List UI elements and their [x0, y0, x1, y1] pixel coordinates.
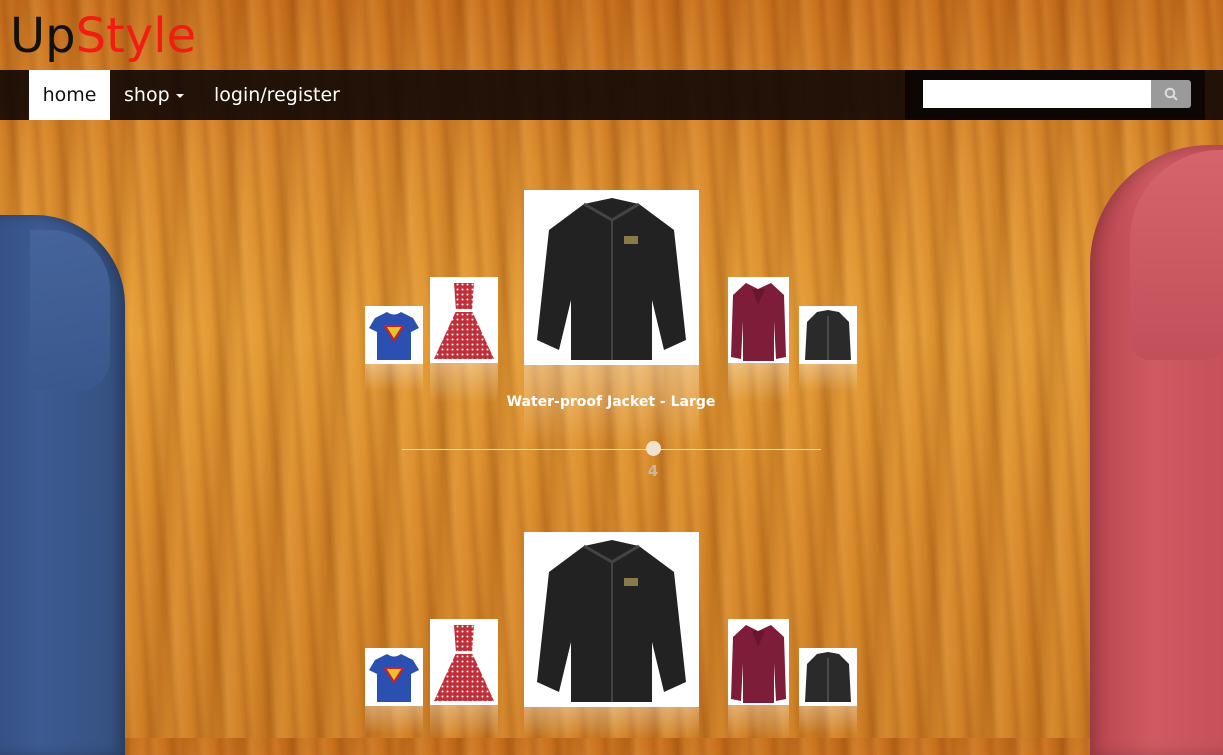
dress-icon: [434, 625, 494, 701]
carousel2-item-black-coat[interactable]: [799, 648, 857, 706]
carousel2-item-burgundy-blouse[interactable]: [728, 619, 789, 705]
reflection: [365, 364, 423, 392]
search-input[interactable]: [923, 80, 1151, 108]
search-button[interactable]: [1151, 80, 1191, 108]
search-icon: [1164, 87, 1178, 101]
dress-icon: [434, 283, 494, 359]
carousel-slider-track[interactable]: [402, 449, 821, 450]
carousel1-item-black-coat[interactable]: [799, 306, 857, 364]
carousel1-item-black-jacket[interactable]: [524, 190, 699, 365]
jacket-icon: [537, 540, 686, 702]
reflection: [365, 706, 423, 734]
model-left-shoulder: [30, 230, 110, 390]
main-navbar: home shop login/register: [0, 70, 1223, 120]
carousel-slider-handle[interactable]: [646, 441, 661, 456]
coat-icon: [805, 652, 851, 702]
nav-login-register[interactable]: login/register: [214, 70, 340, 120]
nav-shop[interactable]: shop: [124, 70, 184, 120]
carousel-caption: Water-proof Jacket - Large: [506, 394, 716, 410]
caret-down-icon: [175, 93, 184, 98]
carousel1-item-superman-shirt[interactable]: [365, 306, 423, 364]
nav-shop-label: shop: [124, 84, 170, 106]
carousel2-item-polka-dress[interactable]: [430, 619, 498, 705]
site-logo[interactable]: UpStyle: [10, 8, 196, 64]
blouse-icon: [731, 625, 786, 703]
reflection: [728, 705, 789, 738]
logo-up: Up: [10, 8, 76, 64]
reflection: [799, 364, 857, 392]
reflection: [430, 705, 498, 738]
tshirt-icon: [369, 312, 419, 360]
coat-icon: [805, 310, 851, 360]
carousel1-item-burgundy-blouse[interactable]: [728, 277, 789, 363]
logo-style: Style: [75, 8, 197, 64]
nav-home[interactable]: home: [29, 70, 110, 120]
carousel1-item-polka-dress[interactable]: [430, 277, 498, 363]
search-bar: [905, 70, 1205, 120]
carousel2-item-black-jacket[interactable]: [524, 532, 699, 707]
carousel-slider-value: 4: [647, 462, 659, 480]
blouse-icon: [731, 283, 786, 361]
tshirt-icon: [369, 654, 419, 702]
reflection: [524, 707, 699, 738]
reflection: [799, 706, 857, 734]
jacket-icon: [537, 198, 686, 360]
carousel2-item-superman-shirt[interactable]: [365, 648, 423, 706]
